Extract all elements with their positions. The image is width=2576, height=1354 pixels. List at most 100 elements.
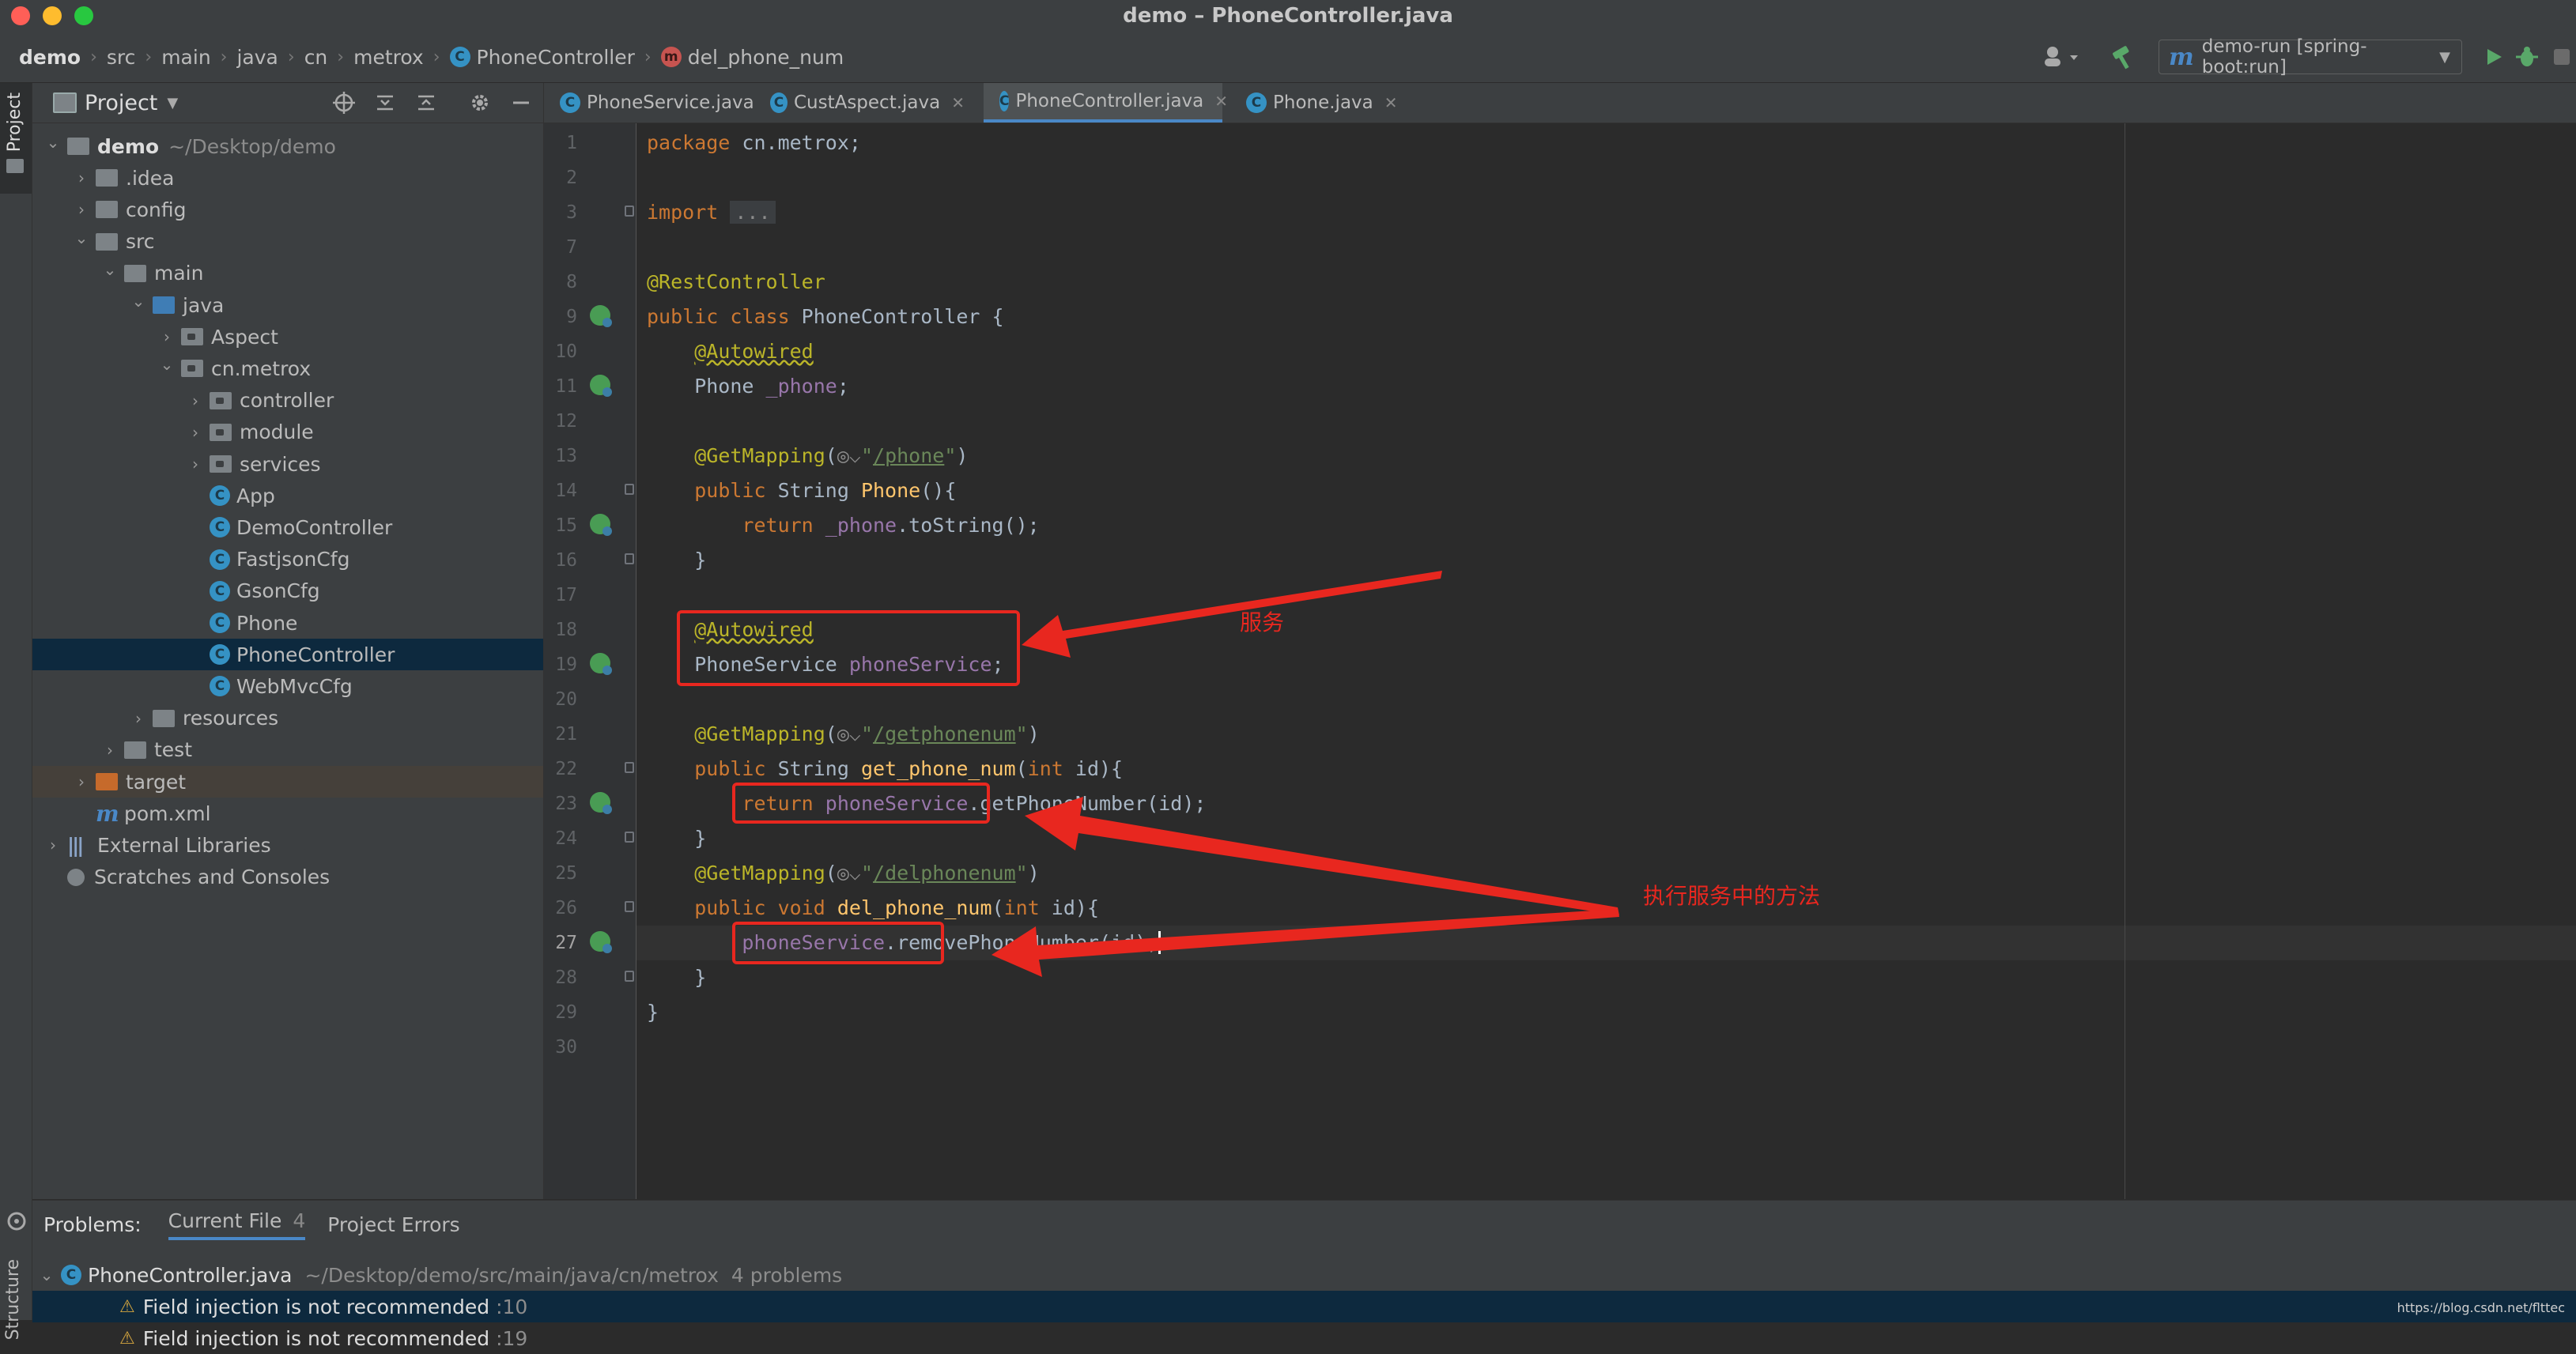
tree-item[interactable]: C Phone (32, 607, 543, 639)
tree-item[interactable]: › Aspect (32, 321, 543, 353)
tree-item[interactable]: Scratches and Consoles (32, 862, 543, 893)
tree-item-label: target (126, 770, 187, 794)
package-icon (210, 391, 232, 409)
tree-item[interactable]: › test (32, 734, 543, 766)
project-view-select[interactable]: Project (85, 91, 157, 115)
debug-icon[interactable] (2514, 44, 2540, 70)
window-title: demo – PhoneController.java (1123, 4, 1453, 28)
tree-item[interactable]: C DemoController (32, 511, 543, 543)
tree-item[interactable]: C FastjsonCfg (32, 544, 543, 575)
tree-item-label: Phone (236, 611, 298, 635)
chevron-down-icon[interactable]: ⌄ (157, 355, 176, 374)
tree-item[interactable]: C App (32, 480, 543, 511)
chevron-down-icon[interactable]: ⌄ (100, 260, 119, 279)
chevron-right-icon[interactable]: › (186, 423, 205, 442)
user-icon[interactable] (2042, 44, 2083, 70)
problems-file-row[interactable]: ⌄ C PhoneController.java ~/Desktop/demo/… (32, 1259, 2576, 1291)
tree-item[interactable]: ⌄ java (32, 289, 543, 321)
close-tab-icon[interactable]: ✕ (1384, 93, 1398, 112)
build-hammer-icon[interactable] (2110, 44, 2136, 71)
class-icon: C (1246, 92, 1267, 113)
breadcrumb-item-phonecontroller[interactable]: C PhoneController (449, 46, 635, 69)
tab-phoneservice-java[interactable]: C PhoneService.java (544, 83, 754, 123)
chevron-down-icon[interactable]: ⌄ (37, 1265, 56, 1284)
chevron-down-icon[interactable]: ⌄ (43, 133, 62, 152)
class-icon: C (210, 580, 230, 602)
structure-tool-button[interactable]: Structure (3, 1259, 23, 1340)
chevron-right-icon[interactable]: › (186, 454, 205, 473)
chevron-right-icon[interactable]: › (72, 772, 91, 791)
folder-icon (96, 232, 118, 251)
tree-item-label: DemoController (236, 515, 393, 539)
folder-icon (153, 709, 175, 727)
tree-item[interactable]: › controller (32, 385, 543, 417)
collapse-all-icon[interactable] (415, 92, 437, 114)
tab-phonecontroller-java[interactable]: C PhoneController.java ✕ (984, 83, 1228, 123)
breadcrumb-item-metrox[interactable]: metrox (353, 46, 424, 69)
chevron-right-icon[interactable]: › (43, 835, 62, 854)
package-icon (210, 455, 232, 473)
hide-panel-icon[interactable] (510, 92, 532, 114)
chevron-right-icon[interactable]: › (129, 709, 148, 728)
breadcrumb-item-demo[interactable]: demo (19, 46, 81, 69)
tree-item[interactable]: m pom.xml (32, 798, 543, 829)
commit-icon[interactable] (6, 1210, 28, 1232)
tree-item[interactable]: › .idea (32, 162, 543, 194)
project-tool-button[interactable]: Project (0, 83, 32, 194)
breadcrumb-item-main[interactable]: main (161, 46, 210, 69)
left-tool-strip: Project Structure (0, 83, 32, 1340)
chevron-down-icon[interactable]: ⌄ (129, 292, 148, 311)
scratch-icon (67, 868, 85, 886)
chevron-down-icon[interactable]: ▼ (167, 95, 178, 111)
problem-item[interactable]: ⚠ Field injection is not recommended :10 (32, 1291, 2576, 1322)
chevron-right-icon[interactable]: › (186, 391, 205, 410)
tree-item-label: PhoneController (236, 643, 395, 666)
tree-item[interactable]: › services (32, 448, 543, 480)
tree-item[interactable]: ⌄ main (32, 258, 543, 289)
breadcrumb-item-java[interactable]: java (236, 46, 278, 69)
run-configuration-select[interactable]: m demo-run [spring-boot:run] ▼ (2159, 36, 2462, 77)
coverage-icon[interactable] (2551, 46, 2573, 68)
tree-item[interactable]: › ||| External Libraries (32, 829, 543, 861)
chevron-right-icon[interactable]: › (72, 168, 91, 187)
tree-item-label: External Libraries (97, 833, 271, 857)
breadcrumb-item-cn[interactable]: cn (304, 46, 328, 69)
class-icon: C (560, 92, 580, 113)
chevron-down-icon[interactable]: ⌄ (72, 228, 91, 247)
tree-item[interactable]: C GsonCfg (32, 575, 543, 607)
tree-item-label: App (236, 484, 275, 507)
locate-file-icon[interactable] (333, 92, 355, 114)
tab-custaspect-java[interactable]: C CustAspect.java ✕ (754, 83, 965, 123)
tree-item[interactable]: C WebMvcCfg (32, 670, 543, 702)
folder-icon (153, 296, 175, 314)
tree-item-label: cn.metrox (211, 356, 312, 380)
close-tab-icon[interactable]: ✕ (1214, 92, 1228, 111)
tree-item[interactable]: ⌄ src (32, 226, 543, 258)
problem-item[interactable]: ⚠ Field injection is not recommended :19 (32, 1322, 2576, 1354)
tree-item[interactable]: ⌄ cn.metrox (32, 353, 543, 384)
chevron-right-icon: › (337, 47, 345, 67)
tree-item-label: Aspect (211, 325, 278, 349)
chevron-right-icon[interactable]: › (157, 327, 176, 346)
breadcrumb-item-src[interactable]: src (107, 46, 136, 69)
breadcrumb-item-del-phone-num[interactable]: m del_phone_num (660, 46, 844, 69)
tree-item[interactable]: › config (32, 194, 543, 225)
tree-item[interactable]: C PhoneController (32, 639, 543, 671)
class-icon: C (210, 644, 230, 666)
close-tab-icon[interactable]: ✕ (951, 93, 965, 112)
tree-item-label: test (154, 738, 193, 762)
tab-phone-java[interactable]: C Phone.java ✕ (1230, 83, 1404, 123)
chevron-right-icon[interactable]: › (100, 741, 119, 760)
watermark-text: https://blog.csdn.net/flttec (2397, 1300, 2565, 1315)
tab-current-file[interactable]: Current File 4 (168, 1209, 306, 1240)
tab-project-errors[interactable]: Project Errors (327, 1213, 459, 1236)
tree-item[interactable]: ⌄ demo ~/Desktop/demo (32, 130, 543, 162)
code-editor[interactable]: 1 2 3 7 8 9 10 11 12 13 14 15 16 17 18 19 20 21 22 23 24 25 26… (544, 123, 2576, 1199)
gear-icon[interactable] (469, 92, 491, 114)
chevron-right-icon[interactable]: › (72, 200, 91, 219)
tree-item[interactable]: › module (32, 417, 543, 448)
run-icon[interactable] (2483, 46, 2505, 68)
tree-item[interactable]: › resources (32, 703, 543, 734)
tree-item[interactable]: › target (32, 766, 543, 798)
expand-all-icon[interactable] (374, 92, 396, 114)
